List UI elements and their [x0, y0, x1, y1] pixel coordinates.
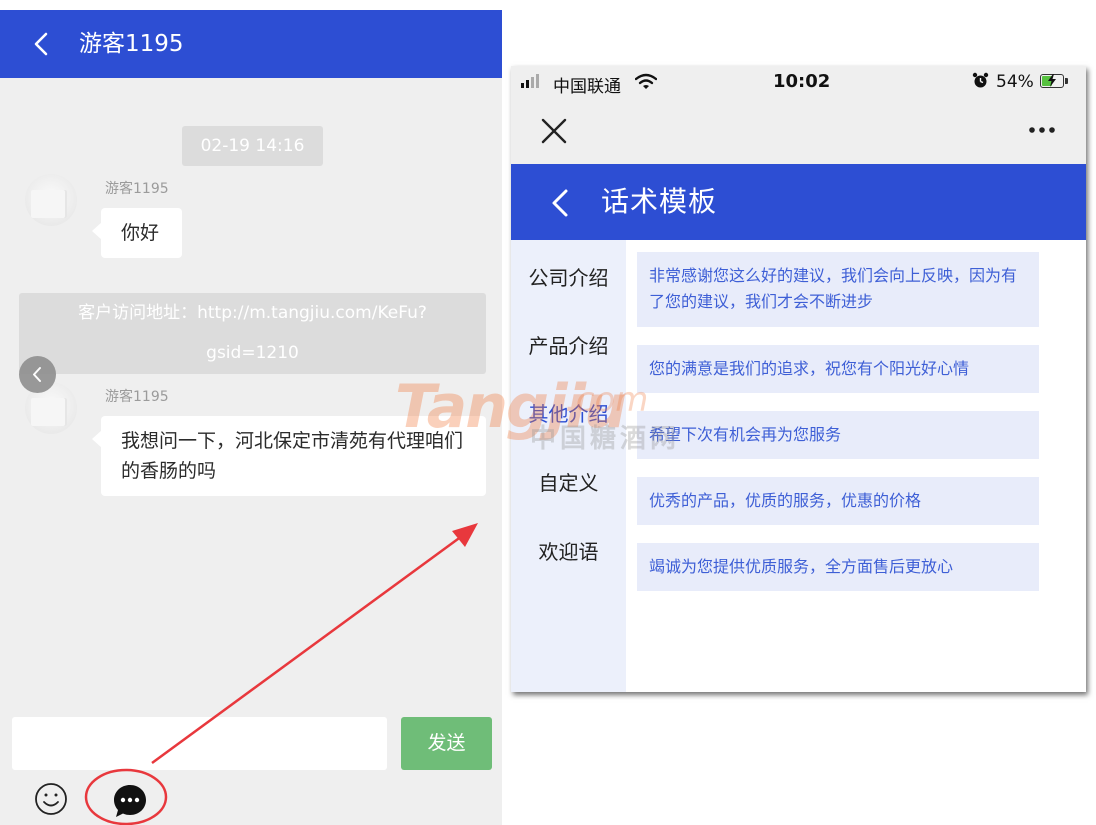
battery-icon: [1040, 74, 1068, 88]
chat-title: 游客1195: [79, 31, 184, 57]
phrase-item[interactable]: 优秀的产品，优质的服务，优惠的价格: [637, 477, 1039, 525]
phrase-item[interactable]: 您的满意是我们的追求，祝您有个阳光好心情: [637, 345, 1039, 393]
sidebar-item-custom[interactable]: 自定义: [511, 467, 626, 496]
message-username: 游客1195: [105, 389, 169, 405]
send-button[interactable]: 发送: [401, 717, 492, 770]
phrase-item[interactable]: 竭诚为您提供优质服务，全方面售后更放心: [637, 543, 1039, 591]
visit-url-line2: gsid=1210: [206, 343, 299, 363]
alarm-icon: [972, 72, 989, 88]
page-title: 话术模板: [601, 185, 718, 218]
status-time: 10:02: [773, 71, 831, 92]
emoji-icon[interactable]: [34, 782, 68, 816]
message-bubble: 我想问一下，河北保定市清苑有代理咱们的香肠的吗: [92, 416, 486, 496]
template-header: 话术模板: [511, 164, 1086, 240]
message-input[interactable]: [12, 717, 387, 770]
chat-window: 游客1195 02-19 14:16 游客1195 你好 客户访问地址：http…: [0, 0, 502, 825]
chat-header: 游客1195: [0, 10, 502, 78]
miniprogram-navbar: [511, 98, 1086, 164]
message-username: 游客1195: [105, 181, 169, 197]
sidebar-item-product[interactable]: 产品介绍: [511, 330, 626, 359]
sidebar-item-other[interactable]: 其他介绍: [511, 398, 626, 427]
category-sidebar: 公司介绍 产品介绍 其他介绍 自定义 欢迎语: [511, 240, 626, 692]
chevron-left-icon: [33, 367, 41, 382]
phrase-item[interactable]: 希望下次有机会再为您服务: [637, 411, 1039, 459]
back-arrow-icon[interactable]: [549, 188, 573, 218]
phone-screenshot: 中国联通 10:02 54% 话术模板 公司介绍 产品介绍 其他介绍 自定义 欢…: [511, 66, 1086, 692]
sidebar-item-welcome[interactable]: 欢迎语: [511, 536, 626, 565]
phrase-item[interactable]: 非常感谢您这么好的建议，我们会向上反映，因为有了您的建议，我们才会不断进步: [637, 252, 1039, 327]
back-arrow-icon[interactable]: [30, 32, 54, 56]
collapse-button[interactable]: [19, 356, 56, 393]
message-timestamp: 02-19 14:16: [182, 126, 323, 166]
close-icon[interactable]: [541, 118, 567, 144]
visit-url-line1: 客户访问地址：http://m.tangjiu.com/KeFu?: [78, 303, 427, 323]
status-bar: 中国联通 10:02 54%: [511, 66, 1086, 98]
message-bubble: 你好: [92, 208, 182, 258]
sidebar-item-company[interactable]: 公司介绍: [511, 262, 626, 291]
visit-url-notice: 客户访问地址：http://m.tangjiu.com/KeFu? gsid=1…: [19, 293, 486, 374]
chat-bubble-icon[interactable]: [112, 783, 148, 819]
more-icon[interactable]: [1027, 124, 1057, 136]
top-strip: [0, 0, 502, 10]
carrier-name: 中国联通: [553, 77, 621, 97]
wifi-icon: [635, 73, 657, 89]
battery-percent: 54%: [996, 72, 1034, 92]
avatar: [25, 174, 77, 226]
charging-bolt-icon: [1048, 74, 1056, 87]
